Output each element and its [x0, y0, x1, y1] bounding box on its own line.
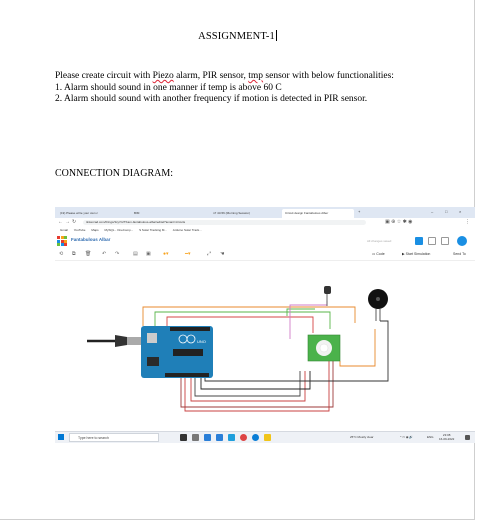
- connection-diagram-heading: CONNECTION DIAGRAM:: [55, 168, 174, 179]
- task-suffix: sensor with below functionalities:: [263, 71, 394, 81]
- rotate-icon[interactable]: ⟲: [59, 251, 63, 257]
- piezo-buzzer[interactable]: [368, 289, 388, 321]
- usb-cable: [87, 335, 141, 347]
- tab-label: Circuit design Fantabulous Alber: [285, 211, 329, 215]
- wire-green-2: [286, 308, 315, 316]
- save-status: All changes saved: [367, 239, 392, 243]
- browser-tab-bar: (19) Please write your own c BIM n7 43-5…: [55, 207, 475, 218]
- app-icon[interactable]: [192, 434, 199, 441]
- edge-icon[interactable]: [252, 434, 259, 441]
- app-icon[interactable]: [216, 434, 223, 441]
- pir-sensor[interactable]: [307, 334, 341, 362]
- spellcheck-word-piezo[interactable]: Piezo: [153, 71, 174, 81]
- search-placeholder: Type here to search: [78, 436, 109, 440]
- start-simulation-label: Start Simulation: [405, 252, 431, 256]
- task-paragraph: Please create circuit with Piezo alarm, …: [55, 71, 410, 83]
- wire-black-2: [200, 371, 311, 390]
- bookmark-item[interactable]: YouTube: [74, 228, 86, 232]
- embedded-screenshot: (19) Please write your own c BIM n7 43-5…: [55, 207, 475, 443]
- close-icon[interactable]: ×: [459, 209, 461, 214]
- temperature-sensor[interactable]: [324, 286, 331, 294]
- task-prefix: Please create circuit with: [55, 71, 153, 81]
- wire-orange-2: [339, 329, 376, 367]
- task-middle: alarm, PIR sensor,: [173, 71, 249, 81]
- board-label: UNO: [197, 339, 206, 344]
- text-cursor: [275, 30, 277, 41]
- bookmark-item[interactable]: Maps: [91, 228, 98, 232]
- forward-icon[interactable]: →: [65, 219, 70, 225]
- reload-icon[interactable]: ↻: [72, 219, 76, 225]
- menu-icon[interactable]: ⋮: [465, 219, 470, 225]
- wire-type-icon[interactable]: ━▾: [185, 251, 191, 257]
- copy-icon[interactable]: ⧉: [72, 251, 76, 257]
- browser-tab[interactable]: n7 43-56 (Morning Session): [210, 209, 280, 218]
- hand-icon[interactable]: ☚: [220, 251, 224, 257]
- schematic-view-button[interactable]: [428, 237, 436, 245]
- back-icon[interactable]: ←: [58, 219, 63, 225]
- maximize-icon[interactable]: □: [445, 209, 447, 214]
- bookmark-item[interactable]: Arduino Solar Track...: [173, 228, 202, 232]
- extensions-icon[interactable]: ▣ ⊕ ☆ ✱ ◉: [385, 219, 413, 225]
- circuit-canvas[interactable]: UNO: [55, 261, 475, 431]
- weather-status[interactable]: 25°C Mostly clear: [350, 435, 374, 439]
- flip-icon[interactable]: ▣: [146, 251, 151, 257]
- zoom-fit-icon[interactable]: ⤢: [207, 251, 211, 257]
- task-view-icon[interactable]: [180, 434, 187, 441]
- tinkercad-header: Fantabulous Albar All changes saved: [55, 234, 475, 250]
- system-tray-icons[interactable]: ^ ▭ ◉ 🔊: [400, 435, 413, 439]
- circuit-view-button[interactable]: [415, 237, 423, 245]
- redo-icon[interactable]: ↷: [115, 251, 119, 257]
- windows-taskbar: Type here to search 25°C Mostly clear ^ …: [55, 431, 475, 443]
- language-indicator[interactable]: ENG: [427, 435, 434, 439]
- tab-label: BIM: [134, 211, 140, 215]
- windows-start-icon[interactable]: [58, 434, 64, 440]
- code-button[interactable]: ▭ Code: [372, 252, 385, 256]
- bookmarks-bar: Gmail YouTube Maps MySQL - OneComp... S …: [55, 227, 475, 234]
- start-simulation-button[interactable]: ▶ Start Simulation: [402, 252, 430, 256]
- folder-icon[interactable]: [264, 434, 271, 441]
- component-list-button[interactable]: [441, 237, 449, 245]
- tab-label: n7 43-56 (Morning Session): [213, 211, 251, 215]
- new-tab-icon[interactable]: +: [358, 209, 360, 214]
- browser-tab-active[interactable]: Circuit design Fantabulous Alber: [282, 209, 354, 218]
- page-edge-bottom: [0, 519, 475, 520]
- browser-tab[interactable]: BIM: [131, 209, 181, 218]
- minimize-icon[interactable]: –: [431, 209, 433, 214]
- tinkercad-logo[interactable]: [57, 236, 67, 246]
- tab-label: (19) Please write your own c: [60, 211, 98, 215]
- assignment-body: Please create circuit with Piezo alarm, …: [55, 71, 410, 106]
- bookmark-item[interactable]: Gmail: [60, 228, 68, 232]
- undo-icon[interactable]: ↶: [102, 251, 106, 257]
- arduino-board[interactable]: UNO: [141, 326, 213, 378]
- send-to-button[interactable]: Send To: [453, 252, 466, 256]
- url-field[interactable]: tinkercad.com/things/3cy7c2TKam-fantabul…: [83, 220, 366, 225]
- app-icon[interactable]: [228, 434, 235, 441]
- list-item-1: 1. Alarm should sound in one manner if t…: [55, 82, 282, 93]
- clock[interactable]: 23:08 16-09-2022: [439, 433, 454, 441]
- browser-tab[interactable]: (19) Please write your own c: [57, 209, 129, 218]
- document-title: ASSIGNMENT-1: [0, 30, 475, 42]
- delete-icon[interactable]: 🗑: [85, 251, 91, 257]
- color-picker-icon[interactable]: ●▾: [163, 251, 169, 257]
- notifications-icon[interactable]: [465, 435, 470, 440]
- title-text: ASSIGNMENT-1: [198, 31, 275, 42]
- app-icon[interactable]: [204, 434, 211, 441]
- project-name[interactable]: Fantabulous Albar: [71, 237, 110, 242]
- chrome-icon[interactable]: [240, 434, 247, 441]
- editor-toolbar: ⟲ ⧉ 🗑 ↶ ↷ ▤ ▣ ●▾ ━▾ ⤢ ☚ ▭ Code ▶ Start S…: [55, 249, 475, 261]
- wire-orange: [142, 306, 356, 326]
- spellcheck-word-tmp[interactable]: tmp: [248, 71, 263, 81]
- code-label: Code: [376, 252, 385, 256]
- notes-icon[interactable]: ▤: [133, 251, 138, 257]
- taskbar-search-input[interactable]: Type here to search: [69, 433, 159, 442]
- bookmark-item[interactable]: MySQL - OneComp...: [105, 228, 134, 232]
- list-item-2: 2. Alarm should sound with another frequ…: [55, 94, 368, 105]
- bookmark-item[interactable]: S Solar Tracking M...: [139, 228, 167, 232]
- wire-black-3: [204, 320, 389, 382]
- clock-date: 16-09-2022: [439, 437, 455, 441]
- circuit-diagram: UNO: [87, 286, 389, 412]
- avatar[interactable]: [457, 236, 467, 246]
